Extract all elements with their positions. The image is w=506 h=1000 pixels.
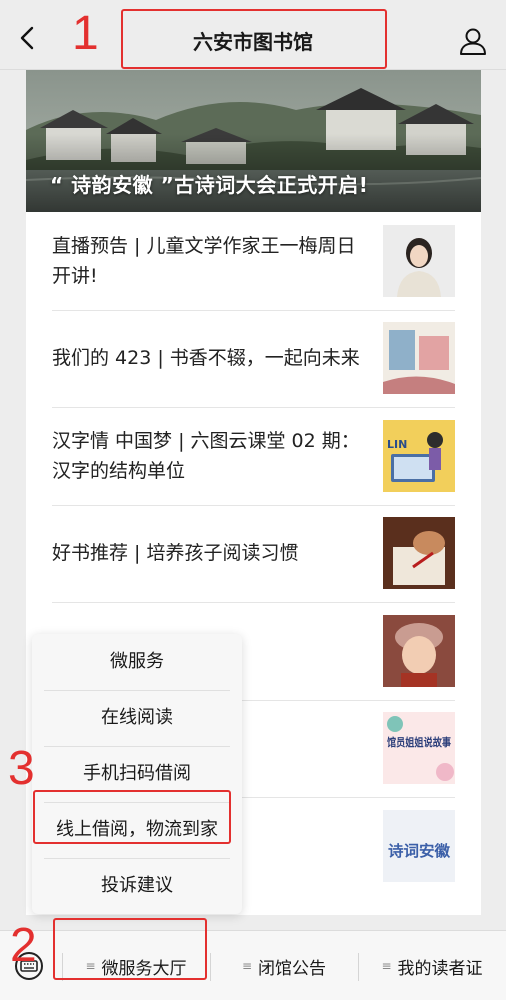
story-poster-thumbnail: 馆员姐姐说故事 bbox=[383, 712, 455, 785]
child-writing-thumbnail bbox=[383, 517, 455, 590]
article-title: 我们的 423 | 书香不辍，一起向未来 bbox=[52, 347, 360, 370]
annotation-box-title bbox=[121, 9, 387, 69]
tab-my-reader-card[interactable]: ≡ 我的读者证 bbox=[358, 931, 506, 1000]
menu-item-micro-service[interactable]: 微服务 bbox=[32, 634, 242, 690]
menu-item-complaint[interactable]: 投诉建议 bbox=[32, 858, 242, 914]
annotation-number-2: 2 bbox=[10, 919, 37, 972]
user-profile-icon[interactable] bbox=[458, 26, 488, 56]
poetry-poster-thumbnail: 诗词安徽 bbox=[383, 809, 455, 882]
annotation-box-menu-item bbox=[33, 790, 231, 844]
thumb-label: LIN bbox=[387, 438, 407, 451]
tab-label: 我的读者证 bbox=[397, 958, 483, 979]
article-item[interactable]: 汉字情 中国梦 | 六图云课堂 02 期：汉字的结构单位 LIN bbox=[26, 407, 481, 505]
tab-label: 闭馆公告 bbox=[258, 958, 327, 979]
featured-banner[interactable]: “ 诗韵安徽 ”古诗词大会正式开启! bbox=[26, 70, 481, 212]
menu-icon: ≡ bbox=[381, 959, 392, 973]
article-title: 直播预告 | 儿童文学作家王一梅周日开讲! bbox=[52, 234, 356, 287]
menu-item-online-reading[interactable]: 在线阅读 bbox=[32, 690, 242, 746]
annotation-number-1: 1 bbox=[72, 7, 99, 60]
annotation-number-3: 3 bbox=[8, 742, 35, 795]
annotation-box-tab bbox=[53, 918, 207, 980]
banner-title: “ 诗韵安徽 ”古诗词大会正式开启! bbox=[50, 173, 369, 197]
article-item[interactable]: 好书推荐 | 培养孩子阅读习惯 bbox=[26, 504, 481, 603]
poetry-poster-text: 诗词安徽 bbox=[388, 842, 451, 860]
reading-poster-thumbnail bbox=[383, 322, 455, 395]
tab-closure-notice[interactable]: ≡ 闭馆公告 bbox=[210, 931, 358, 1000]
article-item[interactable]: 我们的 423 | 书香不辍，一起向未来 bbox=[26, 309, 481, 408]
online-class-thumbnail: LIN bbox=[383, 419, 455, 492]
girl-portrait-thumbnail bbox=[383, 614, 455, 687]
article-item[interactable]: 直播预告 | 儿童文学作家王一梅周日开讲! bbox=[26, 212, 481, 310]
service-submenu: 微服务 在线阅读 手机扫码借阅 线上借阅，物流到家 投诉建议 bbox=[32, 634, 242, 914]
article-title: 好书推荐 | 培养孩子阅读习惯 bbox=[52, 542, 299, 565]
article-title: 汉字情 中国梦 | 六图云课堂 02 期：汉字的结构单位 bbox=[52, 429, 360, 482]
menu-icon: ≡ bbox=[241, 959, 253, 973]
story-poster-text: 馆员姐姐说故事 bbox=[387, 735, 451, 749]
portrait-thumbnail bbox=[383, 224, 455, 297]
